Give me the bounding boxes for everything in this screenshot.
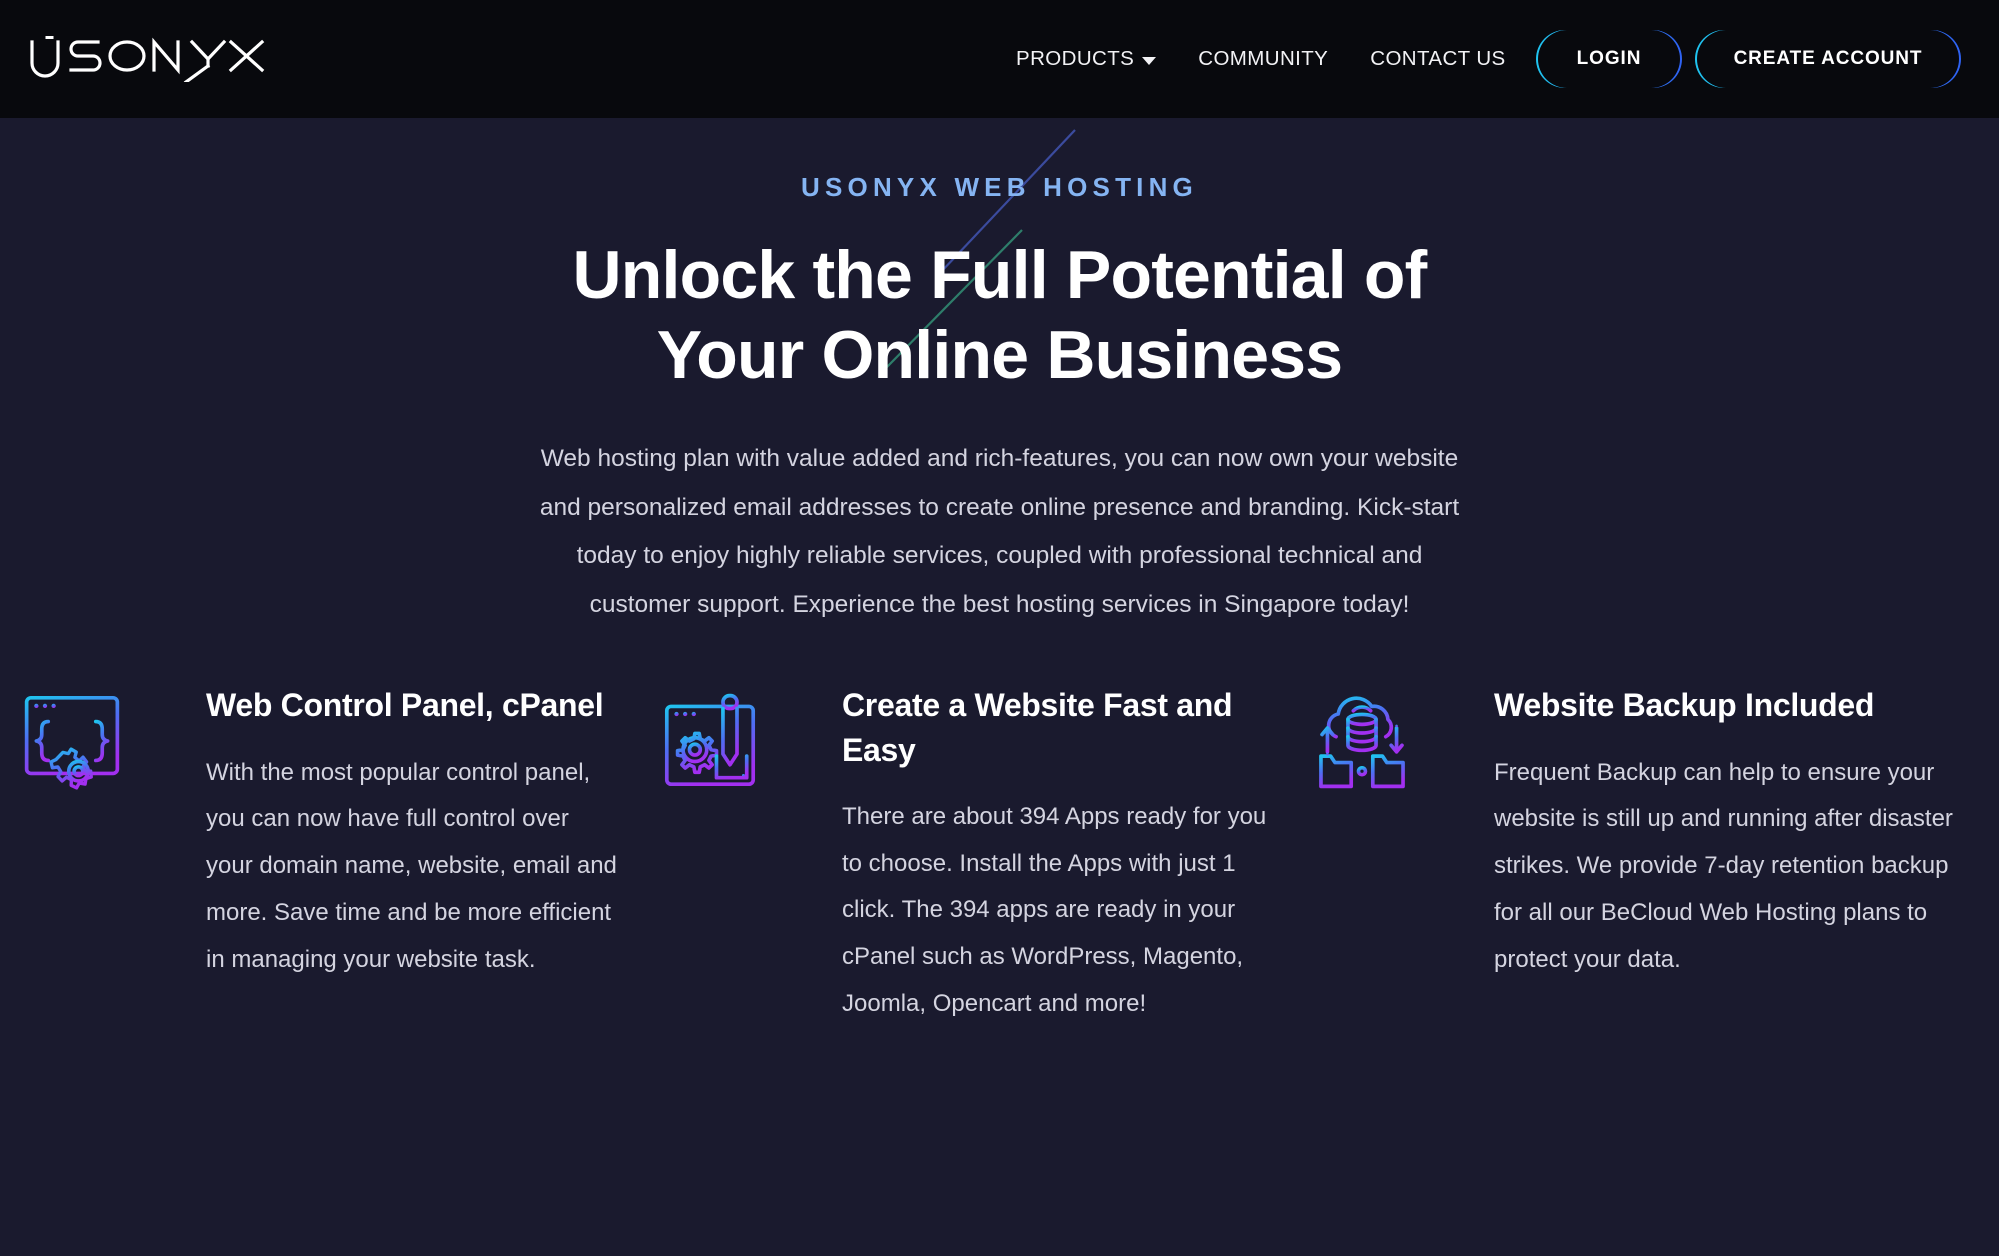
nav-item-label: PRODUCTS	[1016, 47, 1135, 70]
feature-body: Web Control Panel, cPanel With the most …	[206, 683, 656, 983]
feature-list: Web Control Panel, cPanel With the most …	[0, 683, 1999, 1027]
feature-text: There are about 394 Apps ready for you t…	[842, 802, 1267, 1017]
nav-item-community[interactable]: COMMUNITY	[1198, 47, 1328, 71]
feature-title: Website Backup Included	[1494, 687, 1875, 724]
feature-card-website-backup: Website Backup Included Frequent Backup …	[1308, 683, 1999, 1027]
feature-text: Frequent Backup can help to ensure your …	[1494, 758, 1953, 973]
auth-actions: LOGIN CREATE ACCOUNT	[1536, 30, 1961, 88]
usonyx-logo-icon	[30, 36, 265, 85]
login-button[interactable]: LOGIN	[1536, 30, 1682, 88]
chevron-down-icon[interactable]	[1142, 56, 1157, 65]
feature-title: Create a Website Fast and Easy	[842, 687, 1233, 768]
usonyx-logo[interactable]	[26, 36, 276, 85]
main-nav: PRODUCTS COMMUNITY CONTACT US	[1016, 47, 1506, 71]
browser-code-gear-icon	[18, 687, 126, 795]
feature-body: Website Backup Included Frequent Backup …	[1494, 683, 1999, 983]
login-button-label: LOGIN	[1538, 30, 1680, 88]
nav-item-contact-us[interactable]: CONTACT US	[1370, 47, 1505, 71]
feature-text: With the most popular control panel, you…	[206, 758, 617, 973]
browser-pencil-gear-icon	[656, 687, 764, 795]
page-title: Unlock the Full Potential of Your Online…	[0, 235, 1999, 395]
create-account-button[interactable]: CREATE ACCOUNT	[1695, 30, 1961, 88]
cloud-backup-folders-icon	[1308, 687, 1416, 795]
feature-body: Create a Website Fast and Easy There are…	[842, 683, 1308, 1027]
nav-item-products[interactable]: PRODUCTS	[1016, 47, 1157, 71]
site-header: PRODUCTS COMMUNITY CONTACT US LOGIN CREA…	[0, 0, 1999, 118]
headline-line-2: Your Online Business	[656, 317, 1343, 394]
nav-item-label: CONTACT US	[1370, 47, 1506, 70]
hero-eyebrow: USONYX WEB HOSTING	[801, 172, 1198, 202]
feature-title: Web Control Panel, cPanel	[206, 687, 604, 724]
nav-item-label: COMMUNITY	[1198, 47, 1329, 70]
feature-card-web-control-panel: Web Control Panel, cPanel With the most …	[18, 683, 656, 1027]
create-account-button-label: CREATE ACCOUNT	[1697, 30, 1959, 88]
hero-section: USONYX WEB HOSTING Unlock the Full Poten…	[0, 118, 1999, 629]
headline-line-1: Unlock the Full Potential of	[572, 237, 1427, 313]
hero-paragraph: Web hosting plan with value added and ri…	[539, 445, 1460, 618]
page-root: PRODUCTS COMMUNITY CONTACT US LOGIN CREA…	[0, 0, 1999, 1256]
feature-card-create-website: Create a Website Fast and Easy There are…	[656, 683, 1308, 1027]
